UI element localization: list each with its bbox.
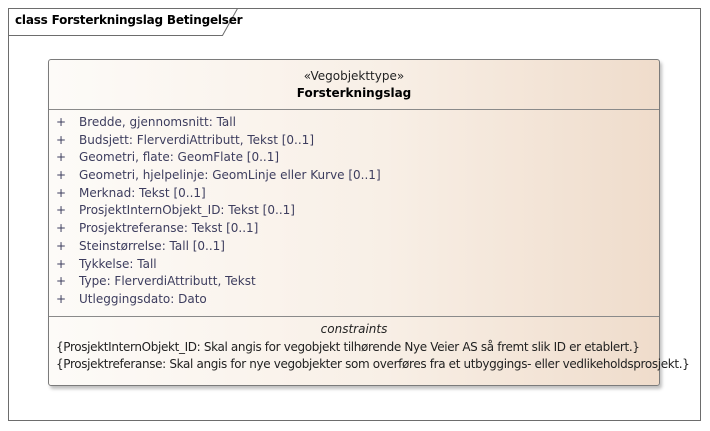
constraint-prosjektinternobjekt-id[interactable]: {ProsjektInternObjekt_ID: Skal angis for… xyxy=(56,340,640,354)
attribute-visibility: + xyxy=(56,168,67,183)
frame-title: class Forsterkningslag Betingelser xyxy=(15,13,243,27)
attribute-steinstorrelse[interactable]: + Steinstørrelse: Tall [0..1] xyxy=(49,239,659,257)
attribute-geometri-hjelpelinje[interactable]: + Geometri, hjelpelinje: GeomLinje eller… xyxy=(49,168,659,186)
attribute-text: Type: FlerverdiAttributt, Tekst xyxy=(79,274,256,289)
attribute-visibility: + xyxy=(56,203,67,218)
attribute-text: Utleggingsdato: Dato xyxy=(79,291,207,306)
attribute-visibility: + xyxy=(56,115,67,129)
attribute-type[interactable]: + Type: FlerverdiAttributt, Tekst xyxy=(49,274,659,292)
attribute-prosjektreferanse[interactable]: + Prosjektreferanse: Tekst [0..1] xyxy=(49,221,659,239)
attribute-text: Tykkelse: Tall xyxy=(79,256,157,271)
attribute-text: Bredde, gjennomsnitt: Tall xyxy=(79,115,236,129)
attribute-prosjektinternobjekt-id[interactable]: + ProsjektInternObjekt_ID: Tekst [0..1] xyxy=(49,203,659,221)
attribute-text: Geometri, hjelpelinje: GeomLinje eller K… xyxy=(79,168,381,183)
attribute-text: Prosjektreferanse: Tekst [0..1] xyxy=(79,221,259,236)
attribute-bredde[interactable]: + Bredde, gjennomsnitt: Tall xyxy=(49,115,659,133)
attribute-visibility: + xyxy=(56,150,67,165)
class-forsterkningslag[interactable]: «Vegobjekttype» Forsterkningslag + Bredd… xyxy=(48,59,690,386)
attribute-visibility: + xyxy=(56,291,67,306)
attribute-utleggingsdato[interactable]: + Utleggingsdato: Dato xyxy=(49,292,659,310)
attribute-visibility: + xyxy=(56,221,67,236)
attribute-visibility: + xyxy=(56,274,67,289)
attribute-text: Steinstørrelse: Tall [0..1] xyxy=(79,238,225,253)
constraint-prosjektreferanse[interactable]: {Prosjektreferanse: Skal angis for nye v… xyxy=(56,357,690,371)
constraints-title: constraints xyxy=(320,322,388,336)
class-header: «Vegobjekttype» Forsterkningslag xyxy=(49,60,659,110)
attribute-text: Budsjett: FlerverdiAttributt, Tekst [0..… xyxy=(79,132,314,147)
attribute-text: ProsjektInternObjekt_ID: Tekst [0..1] xyxy=(79,203,295,218)
attribute-text: Geometri, flate: GeomFlate [0..1] xyxy=(79,150,280,165)
attribute-merknad[interactable]: + Merknad: Tekst [0..1] xyxy=(49,186,659,204)
constraints-divider xyxy=(49,316,659,317)
attribute-text: Merknad: Tekst [0..1] xyxy=(79,185,206,200)
attribute-list: + Bredde, gjennomsnitt: Tall + Budsjett:… xyxy=(49,115,659,310)
attribute-budsjett[interactable]: + Budsjett: FlerverdiAttributt, Tekst [0… xyxy=(49,133,659,151)
class-stereotype: «Vegobjekttype» xyxy=(303,69,405,83)
attribute-visibility: + xyxy=(56,185,67,200)
attribute-visibility: + xyxy=(56,256,67,271)
class-name: Forsterkningslag xyxy=(296,86,412,100)
attribute-tykkelse[interactable]: + Tykkelse: Tall xyxy=(49,257,659,275)
attribute-visibility: + xyxy=(56,238,67,253)
attribute-visibility: + xyxy=(56,132,67,147)
attribute-geometri-flate[interactable]: + Geometri, flate: GeomFlate [0..1] xyxy=(49,150,659,168)
